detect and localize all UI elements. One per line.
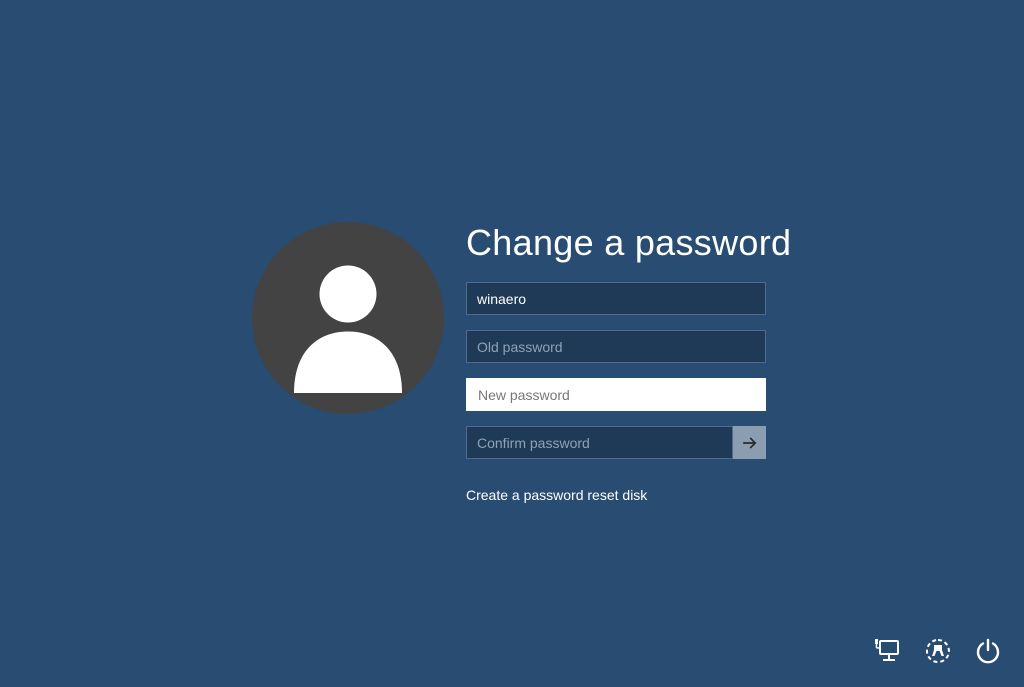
form-area: Change a password Create a password rese… xyxy=(466,222,791,505)
arrow-right-icon xyxy=(741,434,759,452)
ease-of-access-icon xyxy=(925,638,951,664)
new-password-field-wrapper xyxy=(466,378,766,411)
change-password-container: Change a password Create a password rese… xyxy=(252,222,791,505)
username-field-wrapper xyxy=(466,282,766,315)
old-password-input[interactable] xyxy=(466,330,766,363)
power-icon xyxy=(975,638,1001,664)
network-icon xyxy=(875,638,901,664)
network-button[interactable] xyxy=(874,637,902,665)
username-input[interactable] xyxy=(466,282,766,315)
confirm-password-input[interactable] xyxy=(466,426,733,459)
ease-of-access-button[interactable] xyxy=(924,637,952,665)
page-title: Change a password xyxy=(466,222,791,264)
bottom-toolbar xyxy=(874,637,1002,665)
create-reset-disk-link[interactable]: Create a password reset disk xyxy=(466,487,647,503)
new-password-input[interactable] xyxy=(466,378,766,411)
submit-button[interactable] xyxy=(733,426,766,459)
power-button[interactable] xyxy=(974,637,1002,665)
old-password-field-wrapper xyxy=(466,330,766,363)
user-avatar xyxy=(252,222,444,414)
user-icon xyxy=(273,243,423,393)
confirm-password-field-wrapper xyxy=(466,426,766,459)
